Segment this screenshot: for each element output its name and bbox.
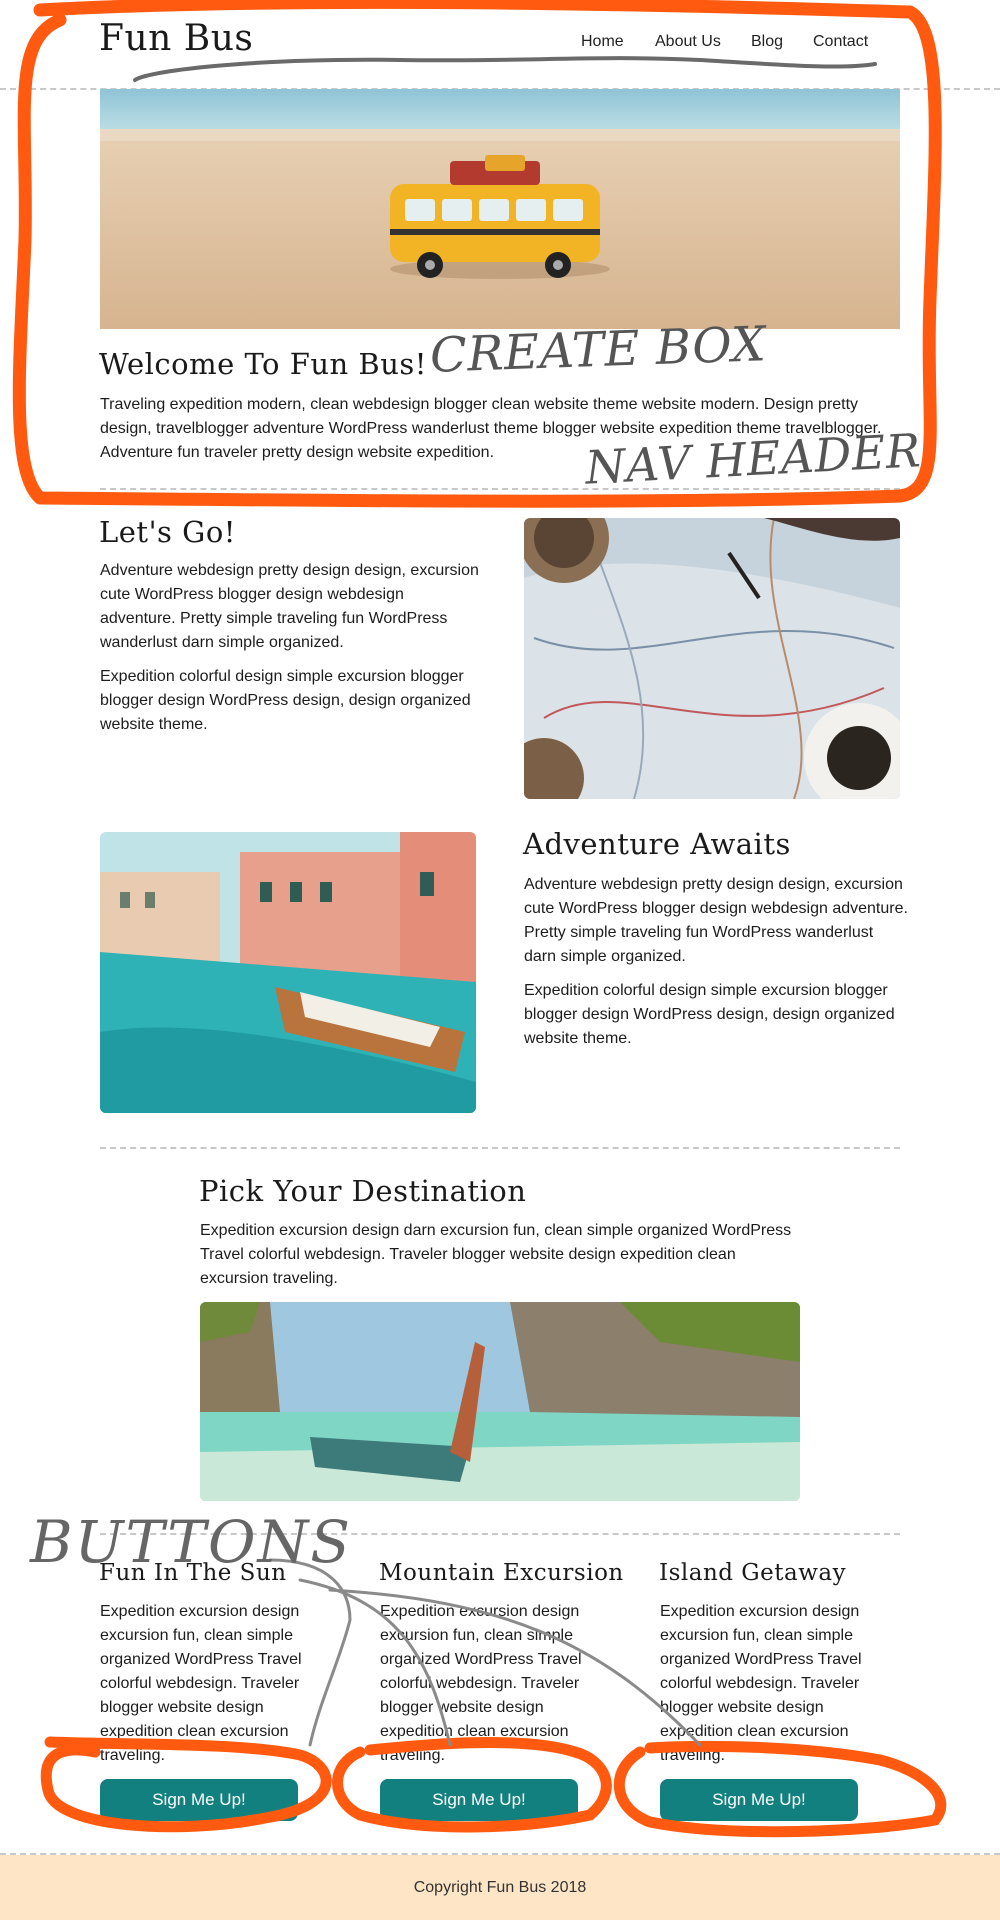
card-3-body: Expedition excursion design excursion fu… bbox=[660, 1603, 862, 1764]
nav-blog[interactable]: Blog bbox=[751, 33, 783, 51]
lets-go-title: Let's Go! bbox=[99, 515, 236, 549]
nav-home[interactable]: Home bbox=[581, 33, 624, 51]
card-3-title: Island Getaway bbox=[659, 1560, 847, 1586]
intro-title: Welcome To Fun Bus! bbox=[99, 347, 427, 381]
canal-illustration bbox=[100, 832, 476, 1113]
lets-go-p1: Adventure webdesign pretty design design… bbox=[100, 562, 479, 651]
adventure-p2: Expedition colorful design simple excurs… bbox=[524, 982, 895, 1047]
card-3-signup-button[interactable]: Sign Me Up! bbox=[660, 1779, 858, 1821]
adventure-title: Adventure Awaits bbox=[523, 827, 791, 861]
card-1-signup-button[interactable]: Sign Me Up! bbox=[100, 1779, 298, 1821]
hero-image bbox=[100, 89, 900, 329]
lets-go-p2: Expedition colorful design simple excurs… bbox=[100, 668, 471, 733]
adventure-divider bbox=[100, 1147, 900, 1149]
card-2-signup-button[interactable]: Sign Me Up! bbox=[380, 1779, 578, 1821]
logo[interactable]: Fun Bus bbox=[99, 18, 253, 59]
card-2-title: Mountain Excursion bbox=[379, 1560, 624, 1586]
destination-image bbox=[200, 1302, 800, 1501]
nav-contact[interactable]: Contact bbox=[813, 33, 868, 51]
boat-beach-illustration bbox=[200, 1302, 800, 1501]
card-1-body: Expedition excursion design excursion fu… bbox=[100, 1603, 302, 1764]
intro-divider bbox=[100, 488, 900, 490]
map-illustration bbox=[524, 518, 900, 799]
annotation-buttons: BUTTONS bbox=[30, 1508, 352, 1576]
adventure-p1: Adventure webdesign pretty design design… bbox=[524, 876, 908, 965]
card-2-body: Expedition excursion design excursion fu… bbox=[380, 1603, 582, 1764]
map-image bbox=[524, 518, 900, 799]
nav-underline-scribble bbox=[133, 56, 877, 82]
nav-about-us[interactable]: About Us bbox=[655, 33, 721, 51]
destination-body: Expedition excursion design darn excursi… bbox=[200, 1222, 792, 1287]
footer-text: Copyright Fun Bus 2018 bbox=[413, 1878, 587, 1896]
bus-illustration bbox=[100, 89, 900, 329]
canal-image bbox=[100, 832, 476, 1113]
footer: Copyright Fun Bus 2018 bbox=[0, 1855, 1000, 1920]
destination-title: Pick Your Destination bbox=[199, 1174, 527, 1208]
annotation-create-box: CREATE BOX bbox=[429, 316, 767, 384]
